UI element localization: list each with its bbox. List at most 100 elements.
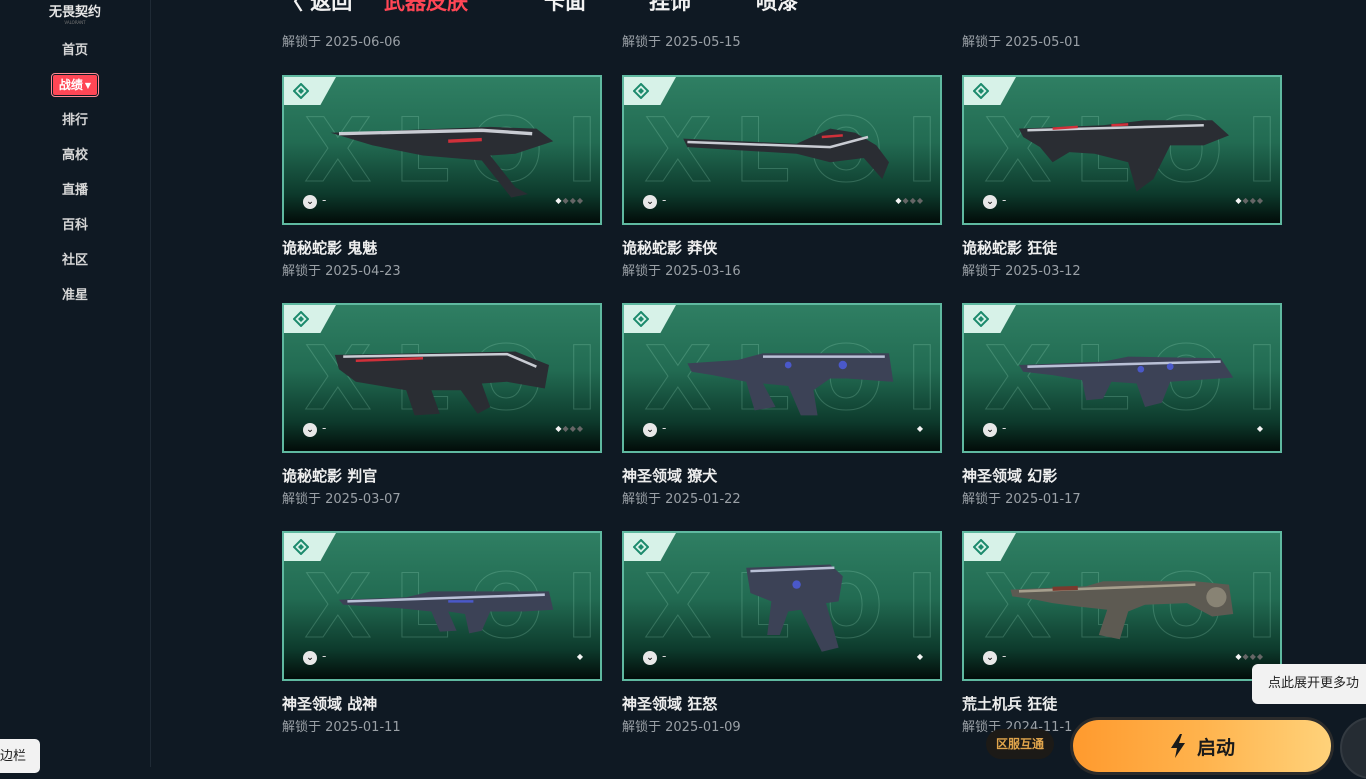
skin-name: 荒土机兵 狂徒 <box>962 695 1058 713</box>
weapon-image <box>334 351 549 416</box>
unlock-date: 解锁于 2025-03-16 <box>622 264 741 279</box>
weapon-image <box>687 353 894 416</box>
weapon-image <box>330 126 554 198</box>
tier-dots: ◆◆◆◆ <box>1235 196 1264 205</box>
sidebar-item-home[interactable]: 首页 <box>0 40 150 75</box>
sidebar-item-label: 直播 <box>61 183 88 198</box>
level-text: - <box>322 193 327 207</box>
skin-name: 神圣领域 狂怒 <box>622 695 718 713</box>
skin-name: 诡秘蛇影 鬼魅 <box>282 239 378 257</box>
tab-cards[interactable]: 卡面 <box>544 0 586 16</box>
sidebar-item-ranking[interactable]: 排行 <box>0 110 150 145</box>
level-icon: ⌄ <box>643 195 657 209</box>
sidebar-item-live[interactable]: 直播 <box>0 180 150 215</box>
weapon-image <box>1019 356 1234 407</box>
level-text: - <box>322 421 327 435</box>
level-text: - <box>1002 421 1007 435</box>
skin-thumbnail[interactable]: XLOI ⌄ - ◆ <box>622 303 942 453</box>
sidebar: 无畏契约 VALORANT 首页 战绩 ▼ 排行 高校 直播 百科 社区 准星 <box>0 0 151 767</box>
sidebar-toggle-chip[interactable]: 边栏 <box>0 739 40 773</box>
unlock-date: 解锁于 2025-01-09 <box>622 720 741 735</box>
skin-card[interactable]: XLOI ⌄ - ◆ 神圣领域 战神 解锁于 2025-01-11 <box>282 531 602 741</box>
skin-card[interactable]: XLOI ⌄ - ◆ 神圣领域 獠犬 解锁于 2025-01-22 <box>622 303 942 513</box>
tier-dots: ◆◆◆◆ <box>895 196 924 205</box>
level-icon: ⌄ <box>643 651 657 665</box>
sidebar-item-label: 排行 <box>61 113 88 128</box>
skin-thumbnail[interactable]: XLOI ⌄ - ◆◆◆◆ <box>282 303 602 453</box>
skin-thumbnail[interactable]: XLOI ⌄ - ◆◆◆◆ <box>962 531 1282 681</box>
tier-diamond-icon <box>973 311 989 327</box>
tier-diamond-icon <box>293 311 309 327</box>
sidebar-item-label: 战绩 <box>58 78 83 92</box>
tab-weapon-skins[interactable]: 武器皮肤 <box>384 0 468 16</box>
level-text: - <box>1002 193 1007 207</box>
tier-diamond-icon <box>293 539 309 555</box>
unlock-date: 解锁于 2025-03-12 <box>962 264 1081 279</box>
skin-thumbnail[interactable]: XLOI ⌄ - ◆◆◆◆ <box>282 75 602 225</box>
skin-name: 神圣领域 战神 <box>282 695 378 713</box>
tab-sprays[interactable]: 喷漆 <box>756 0 798 16</box>
sidebar-item-wiki[interactable]: 百科 <box>0 215 150 250</box>
unlock-date: 解锁于 2025-03-07 <box>282 492 401 507</box>
skin-name: 神圣领域 幻影 <box>962 467 1058 485</box>
logo-title: 无畏契约 <box>48 5 101 20</box>
more-button[interactable] <box>1340 717 1366 779</box>
skin-name: 诡秘蛇影 狂徒 <box>962 239 1058 257</box>
skin-thumbnail[interactable]: XLOI ⌄ - ◆ <box>282 531 602 681</box>
sidebar-item-crosshair[interactable]: 准星 <box>0 285 150 320</box>
sidebar-item-record[interactable]: 战绩 ▼ <box>0 73 150 110</box>
weapon-image <box>1010 581 1234 640</box>
back-button[interactable]: 〈 返回 <box>282 0 352 16</box>
level-icon: ⌄ <box>983 651 997 665</box>
tab-charms[interactable]: 挂饰 <box>649 0 691 16</box>
unlock-date: 解锁于 2025-01-17 <box>962 492 1081 507</box>
skin-card[interactable]: XLOI ⌄ - ◆◆◆◆ 诡秘蛇影 判官 解锁于 2025-03-07 <box>282 303 602 513</box>
sidebar-item-label: 首页 <box>61 43 88 58</box>
tier-diamond-icon <box>973 539 989 555</box>
level-text: - <box>662 193 667 207</box>
level-text: - <box>662 649 667 663</box>
level-icon: ⌄ <box>983 423 997 437</box>
level-icon: ⌄ <box>303 423 317 437</box>
weapon-image <box>1019 120 1229 192</box>
level-icon: ⌄ <box>643 423 657 437</box>
tier-dots: ◆ <box>1256 424 1264 433</box>
skin-card[interactable]: XLOI ⌄ - ◆◆◆◆ 诡秘蛇影 鬼魅 解锁于 2025-04-23 <box>282 75 602 285</box>
expand-tooltip[interactable]: 点此展开更多功 <box>1252 664 1366 704</box>
skin-thumbnail[interactable]: XLOI ⌄ - ◆ <box>962 303 1282 453</box>
app-logo[interactable]: 无畏契约 VALORANT <box>0 0 150 25</box>
tier-dots: ◆◆◆◆ <box>555 424 584 433</box>
unlock-date: 解锁于 2025-04-23 <box>282 264 401 279</box>
weapon-image <box>746 564 843 652</box>
sidebar-item-community[interactable]: 社区 <box>0 250 150 285</box>
skin-thumbnail[interactable]: XLOI ⌄ - ◆◆◆◆ <box>962 75 1282 225</box>
unlock-date: 解锁于 2025-05-15 <box>622 35 741 50</box>
skin-thumbnail[interactable]: XLOI ⌄ - ◆ <box>622 531 942 681</box>
level-text: - <box>322 649 327 663</box>
launch-button[interactable]: 启动 <box>1070 717 1334 775</box>
skin-card[interactable]: XLOI ⌄ - ◆◆◆◆ 诡秘蛇影 狂徒 解锁于 2025-03-12 <box>962 75 1282 285</box>
sidebar-item-label: 百科 <box>61 218 88 233</box>
tier-dots: ◆ <box>916 424 924 433</box>
tier-diamond-icon <box>633 311 649 327</box>
tier-diamond-icon <box>973 83 989 99</box>
sidebar-item-label: 高校 <box>61 148 88 163</box>
logo-subtitle: VALORANT <box>64 20 86 25</box>
skin-card[interactable]: XLOI ⌄ - ◆ 神圣领域 狂怒 解锁于 2025-01-09 <box>622 531 942 741</box>
caret-down-icon: ▼ <box>84 81 92 90</box>
sidebar-item-label: 社区 <box>61 253 88 268</box>
lightning-icon <box>1170 734 1185 758</box>
launch-label: 启动 <box>1196 736 1235 759</box>
skin-card[interactable]: XLOI ⌄ - ◆◆◆◆ 诡秘蛇影 莽侠 解锁于 2025-03-16 <box>622 75 942 285</box>
unlock-date: 解锁于 2025-05-01 <box>962 35 1081 50</box>
skin-name: 诡秘蛇影 莽侠 <box>622 239 718 257</box>
sidebar-item-college[interactable]: 高校 <box>0 145 150 180</box>
skin-thumbnail[interactable]: XLOI ⌄ - ◆◆◆◆ <box>622 75 942 225</box>
level-text: - <box>662 421 667 435</box>
tier-dots: ◆ <box>916 652 924 661</box>
skin-card[interactable]: XLOI ⌄ - ◆◆◆◆ 荒土机兵 狂徒 解锁于 2024-11-1 <box>962 531 1282 741</box>
tier-diamond-icon <box>633 83 649 99</box>
tier-diamond-icon <box>633 539 649 555</box>
skin-card[interactable]: XLOI ⌄ - ◆ 神圣领域 幻影 解锁于 2025-01-17 <box>962 303 1282 513</box>
level-icon: ⌄ <box>983 195 997 209</box>
